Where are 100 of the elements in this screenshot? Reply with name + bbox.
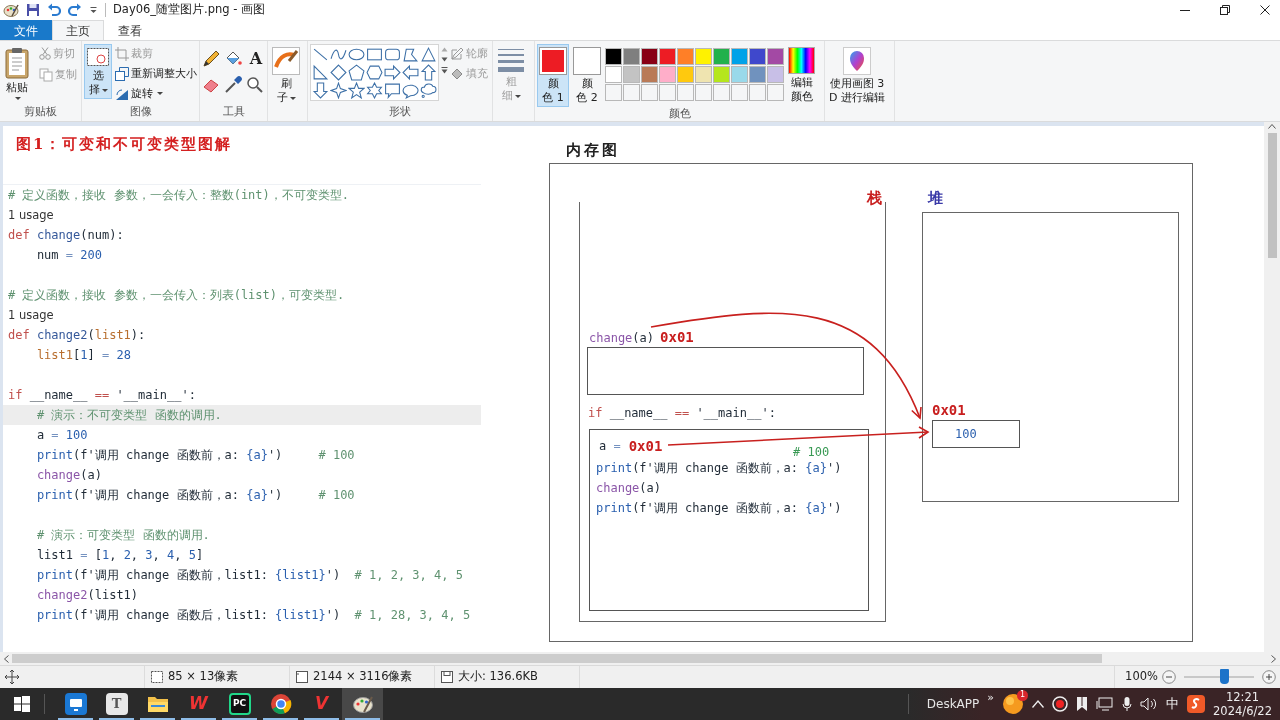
fill-icon[interactable]	[224, 50, 242, 68]
scroll-down-icon[interactable]	[441, 57, 448, 62]
rounded-rectangle-icon[interactable]	[384, 46, 401, 63]
palette-color[interactable]	[695, 48, 712, 65]
palette-color[interactable]	[749, 48, 766, 65]
resize-button[interactable]: 重新调整大小	[114, 64, 198, 83]
network-icon[interactable]	[1096, 696, 1115, 712]
oval-icon[interactable]	[348, 46, 365, 63]
rectangle-icon[interactable]	[366, 46, 383, 63]
line-icon[interactable]	[312, 46, 329, 63]
left-arrow-icon[interactable]	[402, 64, 419, 81]
horizontal-scrollbar[interactable]	[0, 652, 1280, 665]
microphone-icon[interactable]	[1122, 696, 1133, 712]
paste-button[interactable]: 粘贴	[2, 44, 32, 102]
color-slot-button[interactable]: 颜 色 1	[537, 44, 569, 107]
custom-color-slot[interactable]	[641, 84, 658, 101]
palette-color[interactable]	[731, 48, 748, 65]
palette-color[interactable]	[623, 66, 640, 83]
palette-color[interactable]	[767, 66, 784, 83]
scroll-left-icon[interactable]	[4, 654, 9, 663]
custom-color-slot[interactable]	[677, 84, 694, 101]
custom-color-slot[interactable]	[605, 84, 622, 101]
palette-color[interactable]	[641, 48, 658, 65]
cloud-callout-icon[interactable]	[420, 82, 437, 99]
zoom-slider-thumb[interactable]	[1219, 669, 1229, 684]
bookmark-icon[interactable]	[1076, 696, 1089, 712]
palette-color[interactable]	[749, 66, 766, 83]
pentagon-icon[interactable]	[348, 64, 365, 81]
palette-color[interactable]	[605, 48, 622, 65]
record-icon[interactable]	[1052, 696, 1069, 712]
rotate-button[interactable]: 旋转	[114, 84, 198, 103]
taskbar-app[interactable]: T	[96, 688, 137, 720]
custom-color-slot[interactable]	[695, 84, 712, 101]
hexagon-icon[interactable]	[366, 64, 383, 81]
right-triangle-icon[interactable]	[312, 64, 329, 81]
taskbar-app[interactable]: PC	[219, 688, 260, 720]
palette-color[interactable]	[713, 66, 730, 83]
taskbar-app[interactable]: V	[301, 688, 342, 720]
custom-color-slot[interactable]	[713, 84, 730, 101]
palette-color[interactable]	[641, 66, 658, 83]
custom-color-slot[interactable]	[731, 84, 748, 101]
custom-color-slot[interactable]	[623, 84, 640, 101]
polygon-icon[interactable]	[402, 46, 419, 63]
palette-color[interactable]	[605, 66, 622, 83]
color-picker-icon[interactable]	[224, 76, 242, 94]
scroll-up-icon[interactable]	[1268, 124, 1276, 129]
text-tool-button[interactable]: A	[246, 50, 266, 68]
speaker-icon[interactable]	[1140, 696, 1159, 712]
scroll-right-icon[interactable]	[1271, 654, 1276, 663]
scrollbar-thumb[interactable]	[12, 654, 1102, 663]
oval-callout-icon[interactable]	[402, 82, 419, 99]
chevron-up-icon[interactable]	[1032, 700, 1045, 708]
zoom-out-icon[interactable]	[1162, 670, 1176, 684]
undo-icon[interactable]	[47, 3, 61, 17]
ribbon-tab[interactable]: 主页	[52, 20, 104, 40]
custom-color-slot[interactable]	[659, 84, 676, 101]
right-arrow-icon[interactable]	[384, 64, 401, 81]
star-icon[interactable]	[348, 82, 365, 99]
restore-icon[interactable]	[1220, 5, 1230, 15]
vertical-scrollbar[interactable]	[1264, 122, 1280, 652]
color-slot-button[interactable]: 颜 色 2	[571, 44, 603, 107]
paint-3d-button[interactable]: 使用画图 3 D 进行编辑	[827, 44, 887, 107]
redo-icon[interactable]	[68, 3, 82, 17]
palette-color[interactable]	[623, 48, 640, 65]
input-method-indicator[interactable]: 中	[1166, 694, 1180, 714]
palette-color[interactable]	[677, 48, 694, 65]
taskbar-app[interactable]: W	[178, 688, 219, 720]
palette-color[interactable]	[659, 48, 676, 65]
file-menu-button[interactable]: 文件	[0, 20, 52, 40]
pencil-icon[interactable]	[202, 50, 220, 68]
palette-color[interactable]	[659, 66, 676, 83]
sogou-input-icon[interactable]	[1187, 695, 1206, 713]
diamond-icon[interactable]	[330, 64, 347, 81]
palette-color[interactable]	[695, 66, 712, 83]
toolbar-label[interactable]: DeskAPP	[926, 695, 980, 713]
brushes-button[interactable]: 刷 子	[270, 44, 302, 107]
custom-color-slot[interactable]	[749, 84, 766, 101]
six-point-star-icon[interactable]	[366, 82, 383, 99]
windows-start-icon[interactable]	[14, 696, 30, 712]
four-point-star-icon[interactable]	[330, 82, 347, 99]
palette-color[interactable]	[677, 66, 694, 83]
more-icon[interactable]: »	[987, 690, 995, 707]
triangle-icon[interactable]	[420, 46, 437, 63]
select-button[interactable]: 选 择	[84, 44, 112, 99]
scrollbar-thumb[interactable]	[1267, 133, 1277, 258]
palette-color[interactable]	[767, 48, 784, 65]
custom-color-slot[interactable]	[767, 84, 784, 101]
palette-color[interactable]	[731, 66, 748, 83]
zoom-in-icon[interactable]	[1262, 670, 1276, 684]
more-icon[interactable]	[441, 67, 448, 74]
close-icon[interactable]	[1260, 5, 1270, 15]
taskbar-app[interactable]	[342, 688, 383, 720]
up-arrow-icon[interactable]	[420, 64, 437, 81]
callout-icon[interactable]	[384, 82, 401, 99]
edit-colors-button[interactable]: 编辑 颜色	[786, 44, 817, 106]
magnifier-icon[interactable]	[246, 76, 264, 94]
palette-color[interactable]	[713, 48, 730, 65]
dropdown-icon[interactable]	[89, 5, 98, 15]
save-icon[interactable]	[26, 3, 40, 17]
down-arrow-icon[interactable]	[312, 82, 329, 99]
